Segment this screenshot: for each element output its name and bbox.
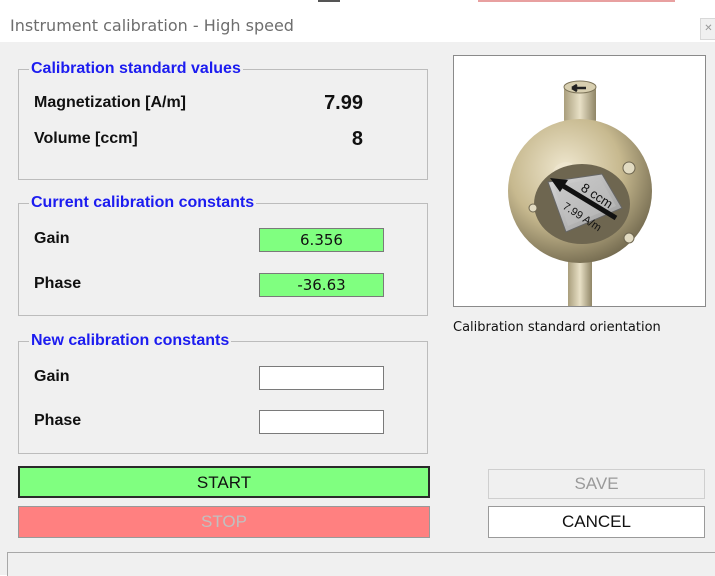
new-gain-label: Gain <box>34 368 70 385</box>
calibration-holder-illustration: 8 ccm 7.99 A/m <box>508 80 652 306</box>
status-bar <box>7 552 715 576</box>
save-button[interactable]: SAVE <box>488 469 705 499</box>
close-button[interactable]: ✕ <box>700 18 715 40</box>
calibration-standard-group: Calibration standard values <box>18 60 428 180</box>
top-edge-mark-red <box>478 0 675 2</box>
new-constants-group: New calibration constants <box>18 332 428 454</box>
new-constants-legend: New calibration constants <box>31 332 230 349</box>
close-icon: ✕ <box>704 23 713 34</box>
current-gain-label: Gain <box>34 230 70 247</box>
current-phase-label: Phase <box>34 275 82 292</box>
title-bar: Instrument calibration - High speed ✕ <box>0 6 715 42</box>
current-constants-group: Current calibration constants <box>18 194 428 316</box>
start-button[interactable]: START <box>18 466 430 498</box>
calibration-standard-legend: Calibration standard values <box>31 60 241 77</box>
stop-button[interactable]: STOP <box>18 506 430 538</box>
current-gain-value: 6.356 <box>259 228 384 252</box>
magnetization-label: Magnetization [A/m] <box>34 94 186 111</box>
volume-label: Volume [ccm] <box>34 130 138 147</box>
magnetization-value: 7.99 <box>324 92 363 114</box>
cancel-button[interactable]: CANCEL <box>488 506 705 538</box>
new-gain-field[interactable] <box>259 366 384 390</box>
new-phase-field[interactable] <box>259 410 384 434</box>
new-phase-label: Phase <box>34 412 82 429</box>
current-constants-legend: Current calibration constants <box>31 194 255 211</box>
current-phase-value: -36.63 <box>259 273 384 297</box>
orientation-caption: Calibration standard orientation <box>453 320 661 335</box>
calibration-dialog: Calibration standard values Magnetizatio… <box>0 42 715 576</box>
orientation-image: 8 ccm 7.99 A/m <box>453 55 706 307</box>
top-edge-mark <box>318 0 340 2</box>
window-title: Instrument calibration - High speed <box>10 16 294 35</box>
volume-value: 8 <box>351 128 363 150</box>
